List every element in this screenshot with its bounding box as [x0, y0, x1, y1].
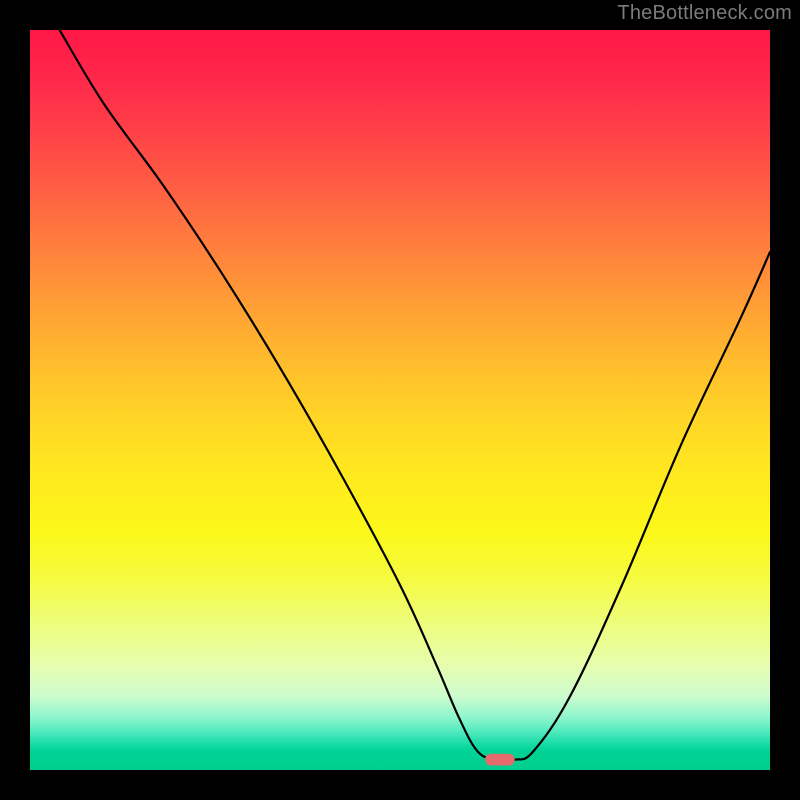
chart-frame: TheBottleneck.com — [0, 0, 800, 800]
attribution-label: TheBottleneck.com — [617, 2, 792, 25]
chart-svg — [30, 30, 770, 770]
plot-area — [30, 30, 770, 770]
series-line — [60, 30, 770, 761]
min-marker — [485, 754, 515, 766]
